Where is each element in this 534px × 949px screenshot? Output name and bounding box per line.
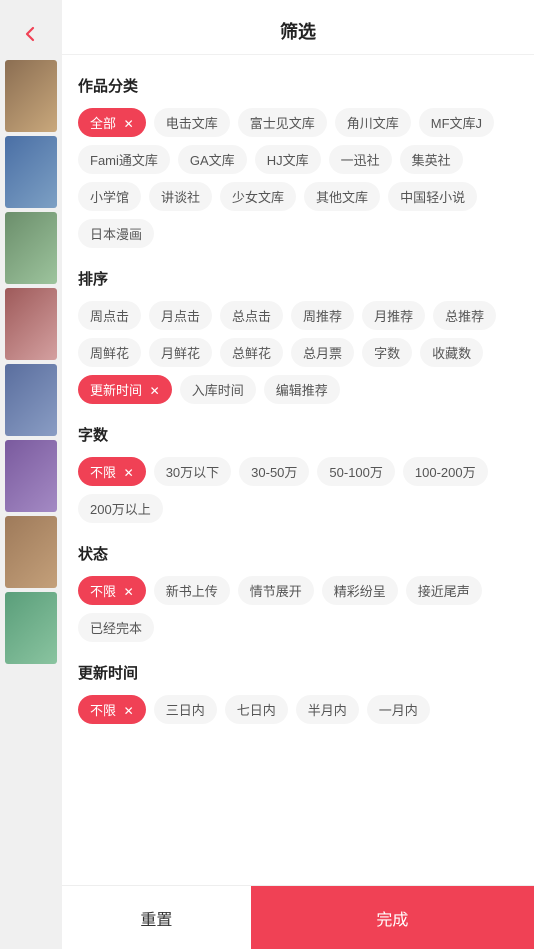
- section-sort-title: 排序: [78, 268, 518, 289]
- reset-button[interactable]: 重置: [62, 886, 251, 949]
- tag-category-6[interactable]: GA文库: [178, 145, 247, 174]
- tag-category-8[interactable]: 一迅社: [329, 145, 392, 174]
- sidebar-thumbnails: [0, 60, 62, 664]
- category-tags: 全部 ✕ 电击文库 富士见文库 角川文库 MF文库J Fami通文库 GA文库 …: [78, 108, 518, 248]
- tag-sort-7[interactable]: 月鲜花: [149, 338, 212, 367]
- sort-tags: 周点击 月点击 总点击 周推荐 月推荐 总推荐 周鲜花 月鲜花 总鲜花 总月票 …: [78, 301, 518, 404]
- section-update-time-title: 更新时间: [78, 662, 518, 683]
- tag-category-9[interactable]: 集英社: [400, 145, 463, 174]
- scroll-content: 作品分类 全部 ✕ 电击文库 富士见文库 角川文库 MF文库J Fami通文库 …: [62, 55, 534, 949]
- tag-update-0[interactable]: 不限 ✕: [78, 695, 146, 724]
- tag-sort-12[interactable]: 更新时间 ✕: [78, 375, 172, 404]
- book-thumb-1: [5, 60, 57, 132]
- section-category: 作品分类 全部 ✕ 电击文库 富士见文库 角川文库 MF文库J Fami通文库 …: [78, 75, 518, 248]
- update-time-tags: 不限 ✕ 三日内 七日内 半月内 一月内: [78, 695, 518, 724]
- tag-wordcount-3[interactable]: 50-100万: [317, 457, 394, 486]
- tag-sort-1[interactable]: 月点击: [149, 301, 212, 330]
- close-icon: ✕: [150, 384, 160, 398]
- tag-status-5[interactable]: 已经完本: [78, 613, 154, 642]
- tag-wordcount-2[interactable]: 30-50万: [239, 457, 309, 486]
- tag-sort-4[interactable]: 月推荐: [362, 301, 425, 330]
- section-update-time: 更新时间 不限 ✕ 三日内 七日内 半月内 一月内: [78, 662, 518, 724]
- book-thumb-5: [5, 364, 57, 436]
- tag-sort-6[interactable]: 周鲜花: [78, 338, 141, 367]
- tag-sort-9[interactable]: 总月票: [291, 338, 354, 367]
- tag-category-0[interactable]: 全部 ✕: [78, 108, 146, 137]
- tag-sort-2[interactable]: 总点击: [220, 301, 283, 330]
- tag-wordcount-1[interactable]: 30万以下: [154, 457, 231, 486]
- tag-sort-14[interactable]: 编辑推荐: [264, 375, 340, 404]
- tag-category-13[interactable]: 其他文库: [304, 182, 380, 211]
- tag-sort-5[interactable]: 总推荐: [433, 301, 496, 330]
- section-wordcount: 字数 不限 ✕ 30万以下 30-50万 50-100万 100-200万 20…: [78, 424, 518, 523]
- section-status-title: 状态: [78, 543, 518, 564]
- status-tags: 不限 ✕ 新书上传 情节展开 精彩纷呈 接近尾声 已经完本: [78, 576, 518, 642]
- section-category-title: 作品分类: [78, 75, 518, 96]
- tag-update-3[interactable]: 半月内: [296, 695, 359, 724]
- tag-update-1[interactable]: 三日内: [154, 695, 217, 724]
- back-button[interactable]: [14, 18, 46, 50]
- tag-update-2[interactable]: 七日内: [225, 695, 288, 724]
- tag-status-3[interactable]: 精彩纷呈: [322, 576, 398, 605]
- close-icon: ✕: [124, 466, 134, 480]
- tag-category-1[interactable]: 电击文库: [154, 108, 230, 137]
- book-thumb-6: [5, 440, 57, 512]
- tag-sort-11[interactable]: 收藏数: [420, 338, 483, 367]
- tag-category-7[interactable]: HJ文库: [255, 145, 321, 174]
- tag-wordcount-4[interactable]: 100-200万: [403, 457, 488, 486]
- panel-header: 筛选: [62, 0, 534, 55]
- tag-sort-13[interactable]: 入库时间: [180, 375, 256, 404]
- close-icon: ✕: [124, 117, 134, 131]
- tag-category-5[interactable]: Fami通文库: [78, 145, 170, 174]
- tag-sort-10[interactable]: 字数: [362, 338, 412, 367]
- tag-category-4[interactable]: MF文库J: [419, 108, 494, 137]
- tag-sort-8[interactable]: 总鲜花: [220, 338, 283, 367]
- filter-panel: 筛选 作品分类 全部 ✕ 电击文库 富士见文库 角川文库 MF文库J Fami通…: [62, 0, 534, 949]
- reset-label: 重置: [140, 906, 172, 930]
- wordcount-tags: 不限 ✕ 30万以下 30-50万 50-100万 100-200万 200万以…: [78, 457, 518, 523]
- confirm-label: 完成: [376, 906, 408, 930]
- tag-category-12[interactable]: 少女文库: [220, 182, 296, 211]
- section-status: 状态 不限 ✕ 新书上传 情节展开 精彩纷呈 接近尾声 已经完本: [78, 543, 518, 642]
- tag-sort-3[interactable]: 周推荐: [291, 301, 354, 330]
- tag-category-3[interactable]: 角川文库: [335, 108, 411, 137]
- confirm-button[interactable]: 完成: [251, 886, 534, 949]
- book-thumb-3: [5, 212, 57, 284]
- tag-category-14[interactable]: 中国轻小说: [388, 182, 477, 211]
- section-wordcount-title: 字数: [78, 424, 518, 445]
- book-thumb-8: [5, 592, 57, 664]
- tag-category-15[interactable]: 日本漫画: [78, 219, 154, 248]
- panel-title: 筛选: [280, 22, 316, 42]
- tag-status-4[interactable]: 接近尾声: [406, 576, 482, 605]
- tag-category-11[interactable]: 讲谈社: [149, 182, 212, 211]
- tag-status-0[interactable]: 不限 ✕: [78, 576, 146, 605]
- section-sort: 排序 周点击 月点击 总点击 周推荐 月推荐 总推荐 周鲜花 月鲜花 总鲜花 总…: [78, 268, 518, 404]
- book-thumb-2: [5, 136, 57, 208]
- close-icon: ✕: [124, 704, 134, 718]
- tag-category-2[interactable]: 富士见文库: [238, 108, 327, 137]
- tag-category-10[interactable]: 小学馆: [78, 182, 141, 211]
- book-thumb-4: [5, 288, 57, 360]
- tag-status-1[interactable]: 新书上传: [154, 576, 230, 605]
- close-icon: ✕: [124, 585, 134, 599]
- footer: 重置 完成: [62, 885, 534, 949]
- book-thumb-7: [5, 516, 57, 588]
- tag-wordcount-5[interactable]: 200万以上: [78, 494, 163, 523]
- tag-sort-0[interactable]: 周点击: [78, 301, 141, 330]
- tag-update-4[interactable]: 一月内: [367, 695, 430, 724]
- tag-status-2[interactable]: 情节展开: [238, 576, 314, 605]
- tag-wordcount-0[interactable]: 不限 ✕: [78, 457, 146, 486]
